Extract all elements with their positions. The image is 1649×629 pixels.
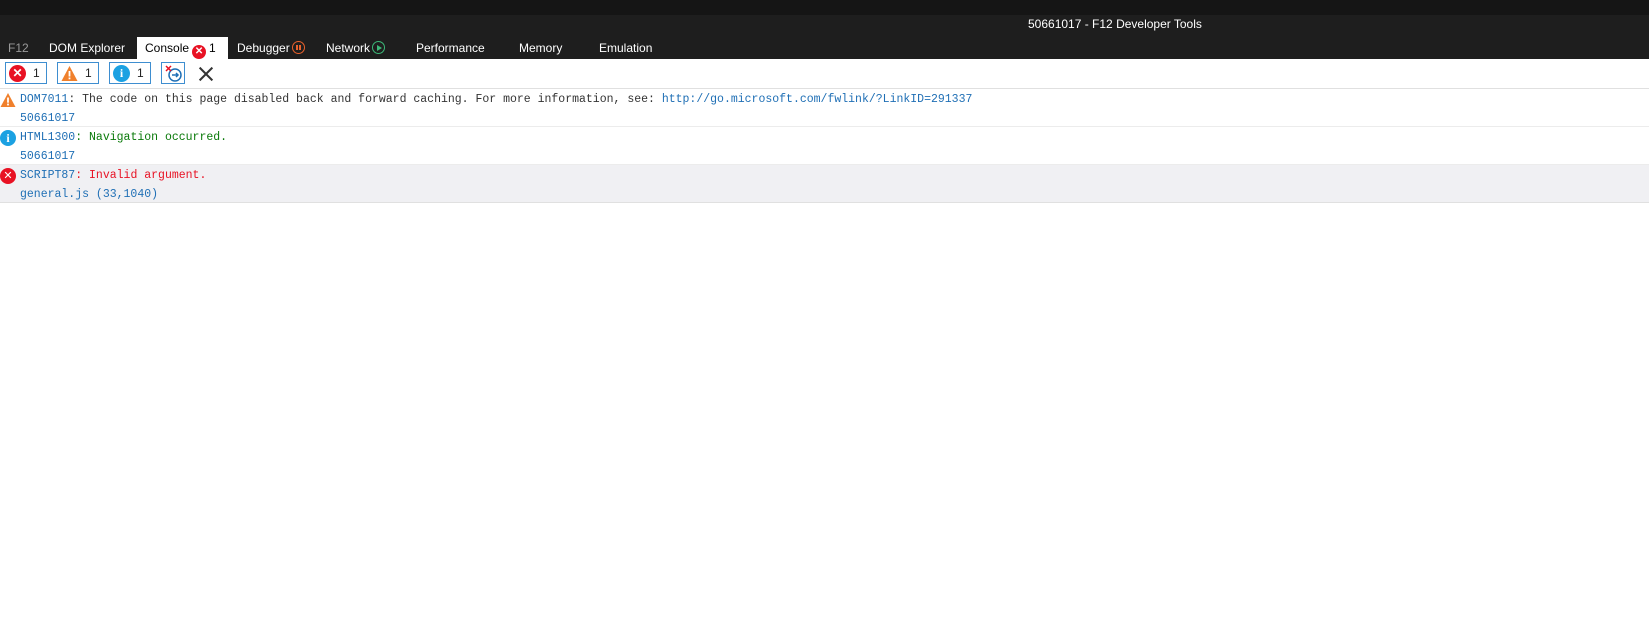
errors-count: 1 <box>33 66 40 80</box>
message-source[interactable]: 50661017 <box>20 150 75 163</box>
play-icon <box>372 41 386 54</box>
message-separator: : <box>68 93 83 106</box>
pause-icon <box>291 41 305 54</box>
warnings-filter-button[interactable]: 1 <box>57 62 99 84</box>
tab-f12[interactable]: F12 <box>0 37 29 59</box>
message-code: SCRIPT87 <box>20 169 76 182</box>
errors-filter-button[interactable]: ✕ 1 <box>5 62 47 84</box>
message-separator: : <box>75 131 90 144</box>
info-icon: i <box>0 130 16 146</box>
error-icon: ✕ <box>9 65 26 82</box>
tab-debugger[interactable]: Debugger <box>229 37 305 59</box>
error-icon: ✕ <box>0 168 16 184</box>
tab-console[interactable]: Console ✕ 1 <box>137 37 228 59</box>
console-toolbar: ✕ 1 1 i 1 <box>0 59 1649 89</box>
clear-on-navigate-button[interactable] <box>161 62 185 84</box>
console-message-error: ✕ SCRIPT87: Invalid argument. general.js… <box>0 165 1649 203</box>
tab-performance[interactable]: Performance <box>408 37 485 59</box>
message-text-line: HTML1300: Navigation occurred. <box>20 131 227 144</box>
info-icon: i <box>113 65 130 82</box>
title-bar: 50661017 - F12 Developer Tools <box>0 15 1649 37</box>
tab-memory[interactable]: Memory <box>511 37 562 59</box>
message-text-line: SCRIPT87: Invalid argument. <box>20 169 206 182</box>
clear-on-navigate-icon <box>165 65 182 82</box>
tool-tab-bar: F12 DOM Explorer Console ✕ 1 Debugger Netw… <box>0 37 1649 59</box>
warnings-count: 1 <box>85 66 92 80</box>
tab-console-label: Console <box>145 41 190 55</box>
error-badge-icon: ✕ <box>192 45 207 59</box>
message-text: Invalid argument. <box>89 169 207 182</box>
tab-f12-label: F12 <box>8 41 29 55</box>
console-output: DOM7011: The code on this page disabled … <box>0 89 1649 203</box>
clear-console-button[interactable] <box>195 63 217 85</box>
console-message-warning: DOM7011: The code on this page disabled … <box>0 89 1649 127</box>
message-link[interactable]: http://go.microsoft.com/fwlink/?LinkID=2… <box>662 93 973 106</box>
message-text: The code on this page disabled back and … <box>82 93 662 106</box>
message-source[interactable]: general.js (33,1040) <box>20 188 158 201</box>
message-source[interactable]: 50661017 <box>20 112 75 125</box>
messages-count: 1 <box>137 66 144 80</box>
message-code: HTML1300 <box>20 131 76 144</box>
tab-network-label: Network <box>326 41 371 55</box>
tab-emulation-label: Emulation <box>599 41 653 55</box>
message-separator: : <box>75 169 90 182</box>
tab-network[interactable]: Network <box>318 37 386 59</box>
window-top-strip <box>0 0 1649 15</box>
tab-memory-label: Memory <box>519 41 563 55</box>
warning-icon <box>61 65 78 82</box>
message-code: DOM7011 <box>20 93 69 106</box>
tab-performance-label: Performance <box>416 41 485 55</box>
message-text-line: DOM7011: The code on this page disabled … <box>20 93 972 106</box>
window-title: 50661017 - F12 Developer Tools <box>1028 17 1202 31</box>
console-error-count: 1 <box>209 41 216 55</box>
tab-dom-explorer-label: DOM Explorer <box>49 41 126 55</box>
console-message-info: i HTML1300: Navigation occurred. 5066101… <box>0 127 1649 165</box>
message-text: Navigation occurred. <box>89 131 228 144</box>
warning-icon <box>0 92 16 108</box>
messages-filter-button[interactable]: i 1 <box>109 62 151 84</box>
tab-debugger-label: Debugger <box>237 41 290 55</box>
tab-emulation[interactable]: Emulation <box>591 37 652 59</box>
tab-dom-explorer[interactable]: DOM Explorer <box>41 37 125 59</box>
